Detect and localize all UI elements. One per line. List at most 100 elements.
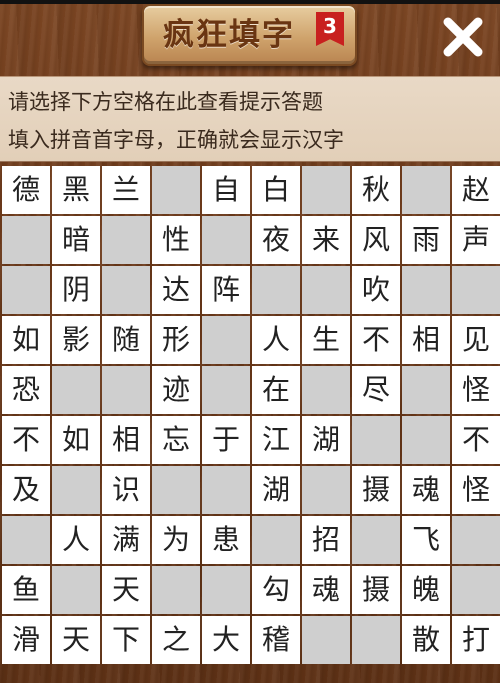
letter-cell[interactable]: 秋 <box>352 166 400 214</box>
letter-cell[interactable]: 风 <box>352 216 400 264</box>
empty-cell[interactable] <box>252 516 300 564</box>
letter-cell[interactable]: 随 <box>102 316 150 364</box>
letter-cell[interactable]: 恐 <box>2 366 50 414</box>
letter-cell[interactable]: 白 <box>252 166 300 214</box>
empty-cell[interactable] <box>402 166 450 214</box>
letter-cell[interactable]: 魄 <box>402 566 450 614</box>
letter-cell[interactable]: 阴 <box>52 266 100 314</box>
empty-cell[interactable] <box>352 416 400 464</box>
letter-cell[interactable]: 魂 <box>402 466 450 514</box>
letter-cell[interactable]: 打 <box>452 616 500 664</box>
empty-cell[interactable] <box>302 266 350 314</box>
letter-cell[interactable]: 不 <box>2 416 50 464</box>
letter-cell[interactable]: 德 <box>2 166 50 214</box>
empty-cell[interactable] <box>452 266 500 314</box>
letter-cell[interactable]: 大 <box>202 616 250 664</box>
empty-cell[interactable] <box>202 566 250 614</box>
empty-cell[interactable] <box>102 366 150 414</box>
empty-cell[interactable] <box>52 366 100 414</box>
letter-cell[interactable]: 摄 <box>352 466 400 514</box>
letter-cell[interactable]: 相 <box>102 416 150 464</box>
letter-cell[interactable]: 招 <box>302 516 350 564</box>
letter-cell[interactable]: 于 <box>202 416 250 464</box>
letter-cell[interactable]: 满 <box>102 516 150 564</box>
letter-cell[interactable]: 夜 <box>252 216 300 264</box>
close-icon[interactable] <box>440 14 486 60</box>
letter-cell[interactable]: 生 <box>302 316 350 364</box>
empty-cell[interactable] <box>202 366 250 414</box>
empty-cell[interactable] <box>252 266 300 314</box>
empty-cell[interactable] <box>52 566 100 614</box>
empty-cell[interactable] <box>152 566 200 614</box>
letter-cell[interactable]: 湖 <box>302 416 350 464</box>
letter-cell[interactable]: 迹 <box>152 366 200 414</box>
empty-cell[interactable] <box>2 216 50 264</box>
letter-cell[interactable]: 勾 <box>252 566 300 614</box>
letter-cell[interactable]: 如 <box>2 316 50 364</box>
empty-cell[interactable] <box>202 216 250 264</box>
empty-cell[interactable] <box>302 616 350 664</box>
empty-cell[interactable] <box>152 466 200 514</box>
letter-cell[interactable]: 相 <box>402 316 450 364</box>
letter-cell[interactable]: 人 <box>52 516 100 564</box>
empty-cell[interactable] <box>202 466 250 514</box>
letter-cell[interactable]: 为 <box>152 516 200 564</box>
letter-cell[interactable]: 兰 <box>102 166 150 214</box>
empty-cell[interactable] <box>102 216 150 264</box>
empty-cell[interactable] <box>352 616 400 664</box>
empty-cell[interactable] <box>452 566 500 614</box>
letter-cell[interactable]: 稽 <box>252 616 300 664</box>
letter-cell[interactable]: 湖 <box>252 466 300 514</box>
empty-cell[interactable] <box>52 466 100 514</box>
empty-cell[interactable] <box>152 166 200 214</box>
letter-cell[interactable]: 患 <box>202 516 250 564</box>
letter-cell[interactable]: 天 <box>102 566 150 614</box>
empty-cell[interactable] <box>2 516 50 564</box>
empty-cell[interactable] <box>402 366 450 414</box>
letter-cell[interactable]: 不 <box>352 316 400 364</box>
letter-cell[interactable]: 江 <box>252 416 300 464</box>
letter-cell[interactable]: 摄 <box>352 566 400 614</box>
letter-cell[interactable]: 形 <box>152 316 200 364</box>
letter-cell[interactable]: 忘 <box>152 416 200 464</box>
empty-cell[interactable] <box>2 266 50 314</box>
empty-cell[interactable] <box>402 266 450 314</box>
letter-cell[interactable]: 雨 <box>402 216 450 264</box>
letter-cell[interactable]: 在 <box>252 366 300 414</box>
letter-cell[interactable]: 下 <box>102 616 150 664</box>
letter-cell[interactable]: 见 <box>452 316 500 364</box>
letter-cell[interactable]: 魂 <box>302 566 350 614</box>
empty-cell[interactable] <box>352 516 400 564</box>
letter-cell[interactable]: 不 <box>452 416 500 464</box>
letter-cell[interactable]: 及 <box>2 466 50 514</box>
letter-cell[interactable]: 怪 <box>452 466 500 514</box>
letter-cell[interactable]: 自 <box>202 166 250 214</box>
letter-cell[interactable]: 达 <box>152 266 200 314</box>
empty-cell[interactable] <box>302 466 350 514</box>
letter-cell[interactable]: 尽 <box>352 366 400 414</box>
letter-cell[interactable]: 之 <box>152 616 200 664</box>
letter-cell[interactable]: 人 <box>252 316 300 364</box>
letter-cell[interactable]: 散 <box>402 616 450 664</box>
letter-cell[interactable]: 识 <box>102 466 150 514</box>
letter-cell[interactable]: 阵 <box>202 266 250 314</box>
letter-cell[interactable]: 影 <box>52 316 100 364</box>
empty-cell[interactable] <box>102 266 150 314</box>
empty-cell[interactable] <box>402 416 450 464</box>
empty-cell[interactable] <box>202 316 250 364</box>
empty-cell[interactable] <box>452 516 500 564</box>
letter-cell[interactable]: 怪 <box>452 366 500 414</box>
letter-cell[interactable]: 来 <box>302 216 350 264</box>
letter-cell[interactable]: 飞 <box>402 516 450 564</box>
letter-cell[interactable]: 暗 <box>52 216 100 264</box>
empty-cell[interactable] <box>302 166 350 214</box>
empty-cell[interactable] <box>302 366 350 414</box>
letter-cell[interactable]: 吹 <box>352 266 400 314</box>
letter-cell[interactable]: 鱼 <box>2 566 50 614</box>
letter-cell[interactable]: 性 <box>152 216 200 264</box>
letter-cell[interactable]: 黑 <box>52 166 100 214</box>
letter-cell[interactable]: 滑 <box>2 616 50 664</box>
letter-cell[interactable]: 声 <box>452 216 500 264</box>
letter-cell[interactable]: 如 <box>52 416 100 464</box>
letter-cell[interactable]: 天 <box>52 616 100 664</box>
